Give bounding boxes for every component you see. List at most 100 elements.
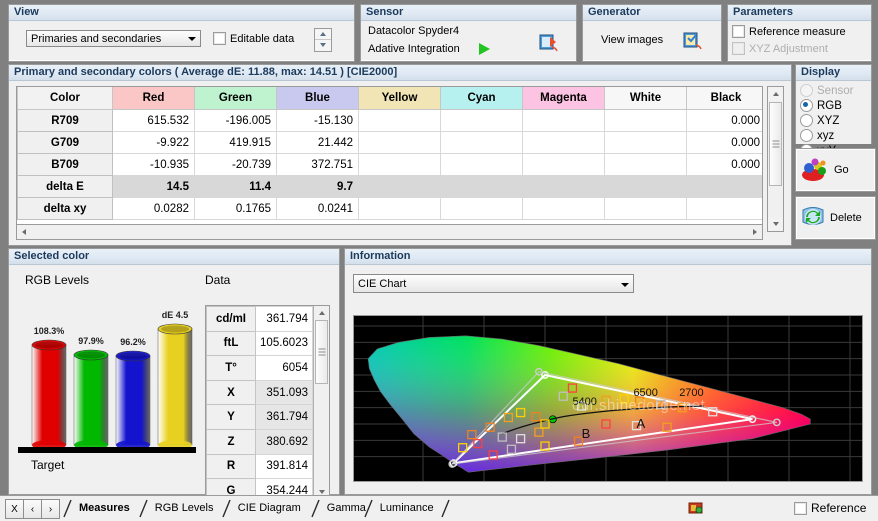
table-cell[interactable] [522, 131, 605, 154]
column-header[interactable]: Red [112, 87, 195, 110]
bar-target [157, 323, 193, 450]
table-cell[interactable] [440, 197, 523, 220]
rgb-levels-label: RGB Levels [25, 273, 90, 287]
information-mode-combo[interactable]: CIE Chart [353, 274, 634, 293]
table-cell[interactable]: 615.532 [112, 109, 195, 132]
scroll-left-button[interactable] [17, 225, 31, 239]
table-cell[interactable]: 348.146 [604, 153, 687, 176]
column-header[interactable]: Magenta [522, 87, 605, 110]
table-cell[interactable] [604, 197, 687, 220]
column-header[interactable]: Blue [276, 87, 359, 110]
data-row[interactable]: cd/mI 361.794 [206, 306, 313, 332]
display-option-rgb[interactable]: RGB [796, 98, 871, 113]
data-row[interactable]: ftL 105.6023 [206, 330, 313, 357]
checkbox-box [732, 42, 745, 55]
measures-horizontal-scrollbar[interactable] [16, 224, 763, 240]
table-cell[interactable]: 9.7 [276, 175, 359, 198]
table-cell[interactable] [358, 153, 441, 176]
table-row[interactable]: G709 -9.922 419.915 21.442 354.244 0.000 [17, 131, 762, 154]
table-cell[interactable]: 354.244 [604, 131, 687, 154]
close-tab-button[interactable]: X [5, 499, 24, 519]
table-cell[interactable] [358, 175, 441, 198]
table-cell[interactable] [686, 197, 762, 220]
table-cell[interactable]: 419.915 [194, 131, 277, 154]
data-table-viewport[interactable]: cd/mI 361.794 ftL 105.6023 T° 6054 X 351… [205, 305, 330, 499]
table-cell[interactable]: -10.935 [112, 153, 195, 176]
cie-chart[interactable]: 5400 6500 2700 A B our.shinedorge.net [353, 315, 863, 482]
scroll-down-button[interactable] [768, 217, 783, 231]
column-header[interactable]: White [604, 87, 687, 110]
table-cell[interactable]: 0.1765 [194, 197, 277, 220]
table-cell[interactable]: 372.751 [276, 153, 359, 176]
view-mode-combo[interactable]: Primaries and secondaries [26, 30, 201, 47]
scroll-up-button[interactable] [314, 306, 329, 319]
column-header[interactable]: Cyan [440, 87, 523, 110]
scroll-right-button[interactable] [748, 225, 762, 239]
play-icon[interactable] [479, 43, 490, 55]
sensor-config-icon[interactable] [539, 34, 559, 52]
reference-measure-checkbox[interactable]: Reference measure [732, 25, 846, 38]
editable-data-checkbox[interactable]: Editable data [213, 32, 294, 45]
view-spinner[interactable] [314, 28, 332, 52]
display-option-label: XYZ [817, 114, 840, 127]
scroll-up-button[interactable] [768, 87, 783, 101]
column-header[interactable]: Black [686, 87, 762, 110]
column-header[interactable]: Color [17, 87, 113, 110]
table-cell[interactable]: -196.005 [194, 109, 277, 132]
table-cell[interactable]: 14.5 [112, 175, 195, 198]
display-option-xyz[interactable]: XYZ [796, 113, 871, 128]
generator-config-icon[interactable] [683, 32, 703, 50]
data-row[interactable]: Y 361.794 [206, 404, 313, 430]
table-cell[interactable] [522, 153, 605, 176]
column-header[interactable]: Yellow [358, 87, 441, 110]
data-row[interactable]: X 351.093 [206, 379, 313, 406]
table-cell[interactable]: 21.442 [276, 131, 359, 154]
table-cell[interactable] [440, 131, 523, 154]
data-vertical-scrollbar[interactable] [313, 306, 329, 498]
reference-checkbox[interactable]: Reference [794, 501, 866, 515]
table-row[interactable]: delta E 14.5 11.4 9.7 [17, 175, 762, 198]
table-cell[interactable]: 0.000 [686, 109, 762, 132]
table-cell[interactable]: 0.000 [686, 153, 762, 176]
table-cell[interactable]: 0.0282 [112, 197, 195, 220]
spinner-down[interactable] [315, 40, 331, 50]
column-header[interactable]: Green [194, 87, 277, 110]
table-cell[interactable]: -20.739 [194, 153, 277, 176]
table-cell[interactable] [522, 175, 605, 198]
table-cell[interactable] [522, 109, 605, 132]
data-row[interactable]: R 391.814 [206, 453, 313, 480]
data-row[interactable]: T° 6054 [206, 355, 313, 381]
table-cell[interactable] [358, 131, 441, 154]
display-option-xyz[interactable]: xyz [796, 128, 871, 143]
scroll-thumb[interactable] [315, 320, 328, 384]
measures-table-viewport[interactable]: Color Red Green Blue Yellow Cyan Magenta White B… [16, 86, 763, 232]
display-option-sensor: Sensor [796, 83, 871, 98]
table-cell[interactable] [440, 109, 523, 132]
sensor-panel: Sensor Datacolor Spyder4 Adative Integra… [360, 4, 577, 62]
measures-vertical-scrollbar[interactable] [767, 86, 784, 232]
scroll-thumb[interactable] [769, 102, 782, 186]
table-cell[interactable] [604, 175, 687, 198]
table-row[interactable]: R709 615.532 -196.005 -15.130 391.814 0.000 [17, 109, 762, 132]
table-row[interactable]: B709 -10.935 -20.739 372.751 348.146 0.000 [17, 153, 762, 176]
prev-tab-button[interactable]: ‹ [23, 499, 42, 519]
table-cell[interactable] [522, 197, 605, 220]
spinner-up[interactable] [315, 29, 331, 40]
chart-annotation: 5400 [572, 396, 596, 408]
next-tab-button[interactable]: › [41, 499, 60, 519]
go-button[interactable]: Go [795, 148, 876, 192]
table-cell[interactable]: 0.0241 [276, 197, 359, 220]
delete-button[interactable]: Delete [795, 196, 876, 240]
table-cell[interactable] [686, 175, 762, 198]
table-cell[interactable]: -15.130 [276, 109, 359, 132]
table-cell[interactable]: 0.000 [686, 131, 762, 154]
table-cell[interactable]: 11.4 [194, 175, 277, 198]
data-row[interactable]: Z 380.692 [206, 428, 313, 455]
table-row[interactable]: delta xy 0.0282 0.1765 0.0241 [17, 197, 762, 220]
table-cell[interactable]: -9.922 [112, 131, 195, 154]
table-cell[interactable]: 391.814 [604, 109, 687, 132]
table-cell[interactable] [440, 175, 523, 198]
table-cell[interactable] [358, 197, 441, 220]
table-cell[interactable] [440, 153, 523, 176]
table-cell[interactable] [358, 109, 441, 132]
